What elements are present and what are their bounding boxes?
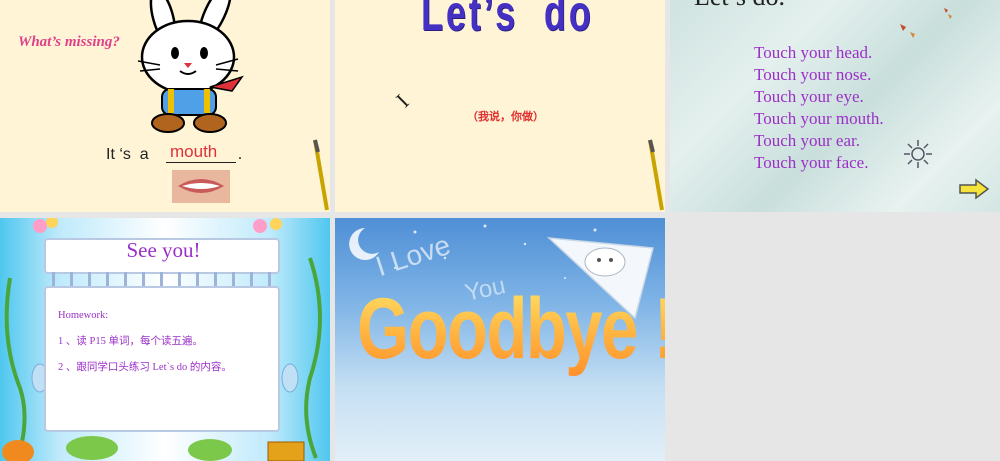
sun-icon — [904, 140, 932, 168]
slide-whats-missing[interactable]: What’s missing? It ‘s a mouth . — [0, 0, 330, 212]
next-arrow-icon[interactable] — [958, 178, 990, 200]
answer-blank-line — [166, 162, 236, 163]
slide-heading: Let’s do. — [694, 0, 785, 12]
pencil-icon — [313, 139, 329, 211]
slide-see-you[interactable]: See you! Homework: 1 、读 P15 单词，每个读五遍。 2 … — [0, 218, 330, 461]
sentence-text: It ‘s a — [106, 146, 149, 163]
touch-list: Touch your head. Touch your nose. Touch … — [754, 42, 884, 174]
slide-title: Let’s do — [421, 0, 594, 41]
pumpkin — [2, 440, 34, 461]
answer-text: mouth — [170, 142, 218, 161]
list-item: Touch your head. — [754, 43, 873, 62]
list-item: Touch your eye. — [754, 87, 864, 106]
homework-item: 2 、跟同学口头练习 Let`s do 的内容。 — [58, 362, 232, 373]
list-item: Touch your nose. — [754, 65, 872, 84]
slide-goodbye[interactable]: I Love You Goodbye ! — [335, 218, 665, 461]
slide-title: See you! — [126, 238, 201, 262]
goodbye-title: Goodbye ! — [357, 280, 665, 379]
prompt-text: What’s missing? — [18, 34, 120, 50]
slide-lets-do[interactable]: Let’s do I （我说，你做） — [335, 0, 665, 212]
list-item: Touch your face. — [754, 153, 869, 172]
leaves-decoration — [900, 8, 952, 38]
list-item: Touch your mouth. — [754, 109, 884, 128]
rabbit-illustration — [137, 0, 244, 133]
instruction-text: （我说，你做） — [467, 111, 544, 123]
empty-slot — [665, 218, 1000, 461]
pronoun-text: I — [390, 89, 414, 113]
end-punctuation: . — [238, 146, 242, 163]
homework-item: 1 、读 P15 单词，每个读五遍。 — [58, 336, 203, 347]
homework-label: Homework: — [58, 310, 109, 321]
slide-touch-list[interactable]: Let’s do. Touch your head. Touch your no… — [670, 0, 1000, 212]
pencil-icon — [648, 139, 664, 211]
homework-block: Homework: 1 、读 P15 单词，每个读五遍。 2 、跟同学口头练习 … — [58, 303, 232, 381]
list-item: Touch your ear. — [754, 131, 860, 150]
lips-icon — [172, 170, 230, 203]
